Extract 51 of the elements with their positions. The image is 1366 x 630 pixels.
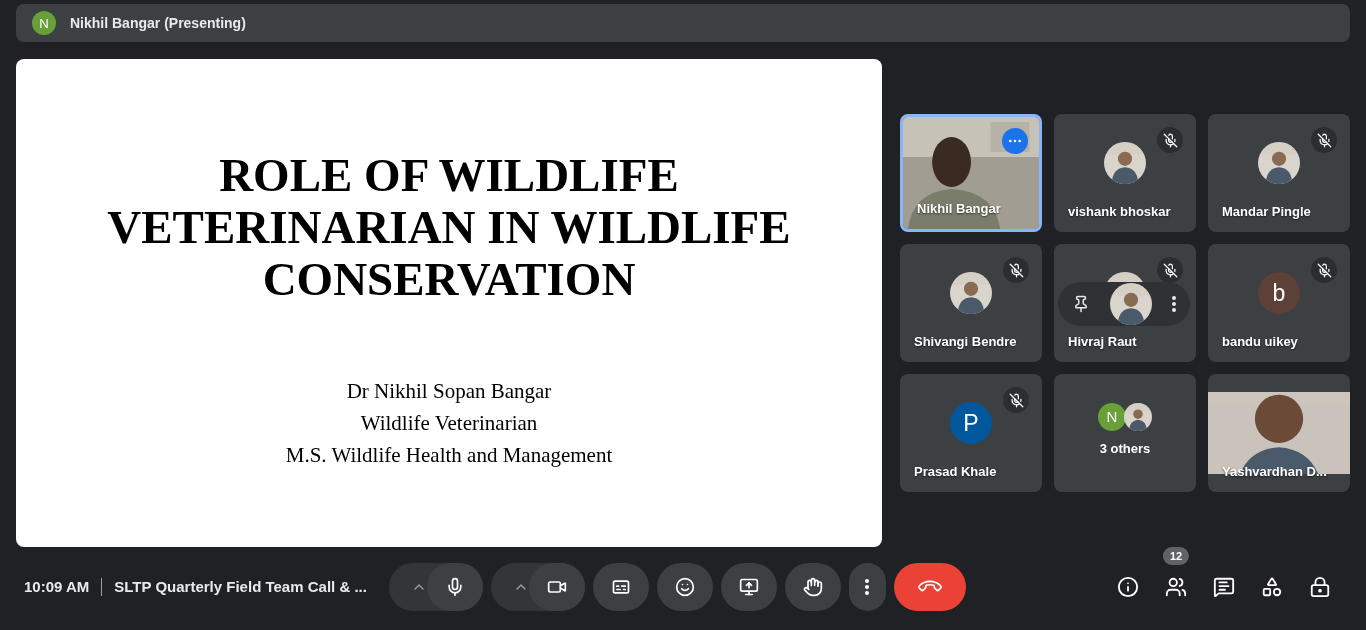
pin-icon[interactable] <box>1072 295 1090 313</box>
more-button[interactable] <box>848 562 886 611</box>
participant-name: Prasad Khale <box>914 464 997 479</box>
lock-icon <box>1309 575 1331 598</box>
people-icon <box>1165 575 1187 598</box>
slide-title: VETERINARIAN IN WILDLIFE <box>107 201 791 253</box>
participant-tile[interactable]: P Prasad Khale <box>900 374 1042 492</box>
clock: 10:09 AM <box>24 578 90 595</box>
avatar: N <box>1098 402 1126 431</box>
captions-button[interactable] <box>592 562 649 611</box>
camera-button[interactable] <box>528 562 585 611</box>
participant-name: Mandar Pingle <box>1222 204 1311 219</box>
participant-tile[interactable]: b bandu uikey <box>1208 244 1350 362</box>
avatar: P <box>950 402 992 444</box>
participant-name: vishank bhoskar <box>1068 204 1171 219</box>
emoji-button[interactable] <box>656 562 713 611</box>
participant-name: 3 others <box>1099 440 1151 456</box>
slide-title: ROLE OF WILDLIFE <box>219 149 679 201</box>
participant-tile[interactable]: N 3 others <box>1054 374 1196 492</box>
meeting-title: SLTP Quarterly Field Team Call & ... <box>114 578 367 595</box>
microphone-button[interactable] <box>426 562 483 611</box>
participant-tile[interactable]: vishank bhoskar <box>1054 114 1196 232</box>
end-call-button[interactable] <box>893 562 966 611</box>
participant-tile[interactable]: Shivangi Bendre <box>900 244 1042 362</box>
participant-tile[interactable]: Yashvardhan D... <box>1208 374 1350 492</box>
more-icon <box>865 578 870 595</box>
hand-icon <box>802 576 823 597</box>
participant-count: 12 <box>1162 546 1190 565</box>
participant-name: Hivraj Raut <box>1068 334 1137 349</box>
smiley-icon <box>674 576 695 597</box>
avatar: b <box>1258 272 1300 314</box>
shapes-icon <box>1261 575 1283 598</box>
chat-icon <box>1213 575 1235 598</box>
participant-tile[interactable]: Hivraj Raut <box>1054 244 1196 362</box>
raise-hand-button[interactable] <box>784 562 841 611</box>
slide-subtitle: Wildlife Veterinarian <box>359 410 539 437</box>
slide-subtitle: Dr Nikhil Sopan Bangar <box>345 378 553 405</box>
slide-subtitle: M.S. Wildlife Health and Management <box>285 442 613 469</box>
avatar: N <box>32 11 56 35</box>
more-icon[interactable] <box>1172 296 1176 312</box>
participant-name: Shivangi Bendre <box>914 334 1017 349</box>
present-button[interactable] <box>720 562 777 611</box>
participant-name: Yashvardhan D... <box>1222 464 1327 479</box>
participant-tile[interactable]: Nikhil Bangar <box>900 114 1042 232</box>
participant-tile[interactable]: Mandar Pingle <box>1208 114 1350 232</box>
participant-name: bandu uikey <box>1222 334 1298 349</box>
info-icon <box>1117 575 1139 598</box>
slide-title: CONSERVATION <box>262 253 636 305</box>
presenter-title: Nikhil Bangar (Presenting) <box>70 15 246 31</box>
screen-upload-icon <box>738 576 759 597</box>
participant-name: Nikhil Bangar <box>917 201 1001 216</box>
